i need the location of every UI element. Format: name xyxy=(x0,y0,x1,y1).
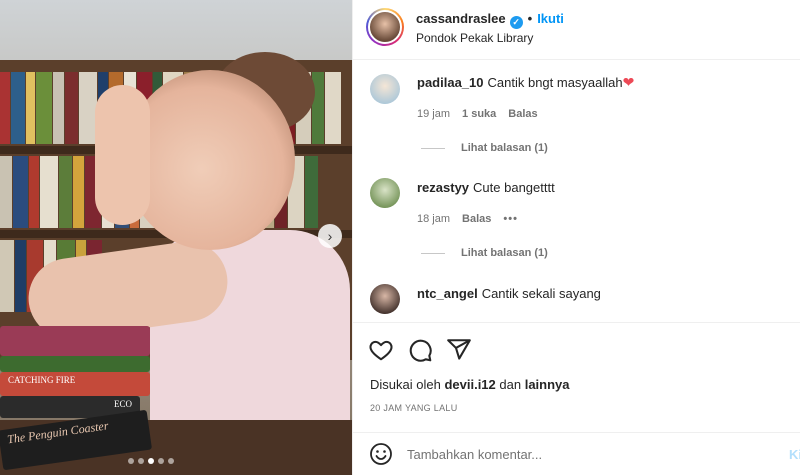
book-stack-item xyxy=(0,326,150,356)
post-detail-panel: cassandraslee ✓ • Ikuti Pondok Pekak Librar… xyxy=(352,0,800,475)
carousel-dot xyxy=(128,458,134,464)
view-replies-button[interactable]: Lihat balasan (1) xyxy=(421,142,548,154)
avatar[interactable] xyxy=(370,178,400,208)
view-replies-button[interactable]: Lihat balasan (1) xyxy=(421,247,548,259)
comment-body: ntc_angel Cantik sekali sayang xyxy=(417,286,601,301)
comment-meta: 18 jam Balas ••• xyxy=(417,213,518,225)
likes-summary: Disukai oleh devii.i12 dan lainnya xyxy=(370,377,570,392)
comment-input[interactable] xyxy=(407,442,767,466)
comment-username[interactable]: rezastyy xyxy=(417,180,469,195)
comment-icon[interactable] xyxy=(407,337,433,363)
divider xyxy=(421,147,445,149)
avatar[interactable] xyxy=(366,8,404,46)
carousel-dot xyxy=(168,458,174,464)
author-line: cassandraslee ✓ • Ikuti xyxy=(416,11,564,29)
comment-list[interactable]: padilaa_10 Cantik bngt masyaallah❤ 19 jam… xyxy=(353,60,800,322)
emoji-icon[interactable] xyxy=(369,442,393,466)
comment-likes[interactable]: 1 suka xyxy=(462,108,496,120)
comment-text: Cantik sekali sayang xyxy=(481,286,601,301)
more-options-icon[interactable]: ••• xyxy=(503,213,518,225)
liked-by-others[interactable]: lainnya xyxy=(525,377,570,392)
post-comment-button[interactable]: Kirim xyxy=(789,447,800,462)
liked-by-user[interactable]: devii.i12 xyxy=(444,377,495,392)
author-username[interactable]: cassandraslee xyxy=(416,11,506,26)
comment-time: 18 jam xyxy=(417,213,451,225)
comment-username[interactable]: padilaa_10 xyxy=(417,75,484,90)
comment-time: 19 jam xyxy=(417,108,451,120)
book-title: ECO xyxy=(114,399,132,409)
follow-button[interactable]: Ikuti xyxy=(537,11,564,26)
carousel-next-button[interactable]: › xyxy=(318,224,342,248)
heart-icon: ❤ xyxy=(622,74,635,90)
post-image[interactable]: CATCHING FIRE ECO The Penguin Coaster › xyxy=(0,0,352,475)
book-stack-item: CATCHING FIRE xyxy=(0,372,150,396)
dot-separator: • xyxy=(527,11,533,26)
divider xyxy=(421,252,445,254)
comment-username[interactable]: ntc_angel xyxy=(417,286,478,301)
likes-mid: dan xyxy=(499,377,522,392)
comment-meta: 19 jam 1 suka Balas xyxy=(417,108,538,120)
comment-body: rezastyy Cute bangetttt xyxy=(417,180,555,195)
share-paper-plane-icon[interactable] xyxy=(446,337,472,363)
comment-composer: Kirim xyxy=(353,432,800,475)
book-stack-item xyxy=(0,356,150,372)
comment-text: Cute bangetttt xyxy=(473,180,555,195)
reply-button[interactable]: Balas xyxy=(462,213,491,225)
carousel-dot xyxy=(138,458,144,464)
carousel-dot xyxy=(158,458,164,464)
figure-hand xyxy=(95,85,150,225)
post-actions: Disukai oleh devii.i12 dan lainnya 20 JA… xyxy=(353,322,800,432)
view-replies-label: Lihat balasan (1) xyxy=(461,247,548,259)
comment-text: Cantik bngt masyaallah xyxy=(487,75,623,90)
avatar[interactable] xyxy=(370,284,400,314)
post-header: cassandraslee ✓ • Ikuti Pondok Pekak Librar… xyxy=(353,0,800,60)
avatar[interactable] xyxy=(370,74,400,104)
view-replies-label: Lihat balasan (1) xyxy=(461,142,548,154)
location-link[interactable]: Pondok Pekak Library xyxy=(416,31,533,45)
carousel-dot-active xyxy=(148,458,154,464)
likes-prefix: Disukai oleh xyxy=(370,377,441,392)
like-heart-icon[interactable] xyxy=(368,337,394,363)
post-timestamp[interactable]: 20 JAM YANG LALU xyxy=(370,403,458,413)
comment-body: padilaa_10 Cantik bngt masyaallah❤ xyxy=(417,74,634,91)
figure-face xyxy=(125,70,295,250)
verified-badge-icon: ✓ xyxy=(509,16,523,29)
chevron-right-icon: › xyxy=(327,228,333,244)
reply-button[interactable]: Balas xyxy=(508,108,537,120)
carousel-indicator xyxy=(128,458,174,464)
book-title: CATCHING FIRE xyxy=(8,375,76,385)
